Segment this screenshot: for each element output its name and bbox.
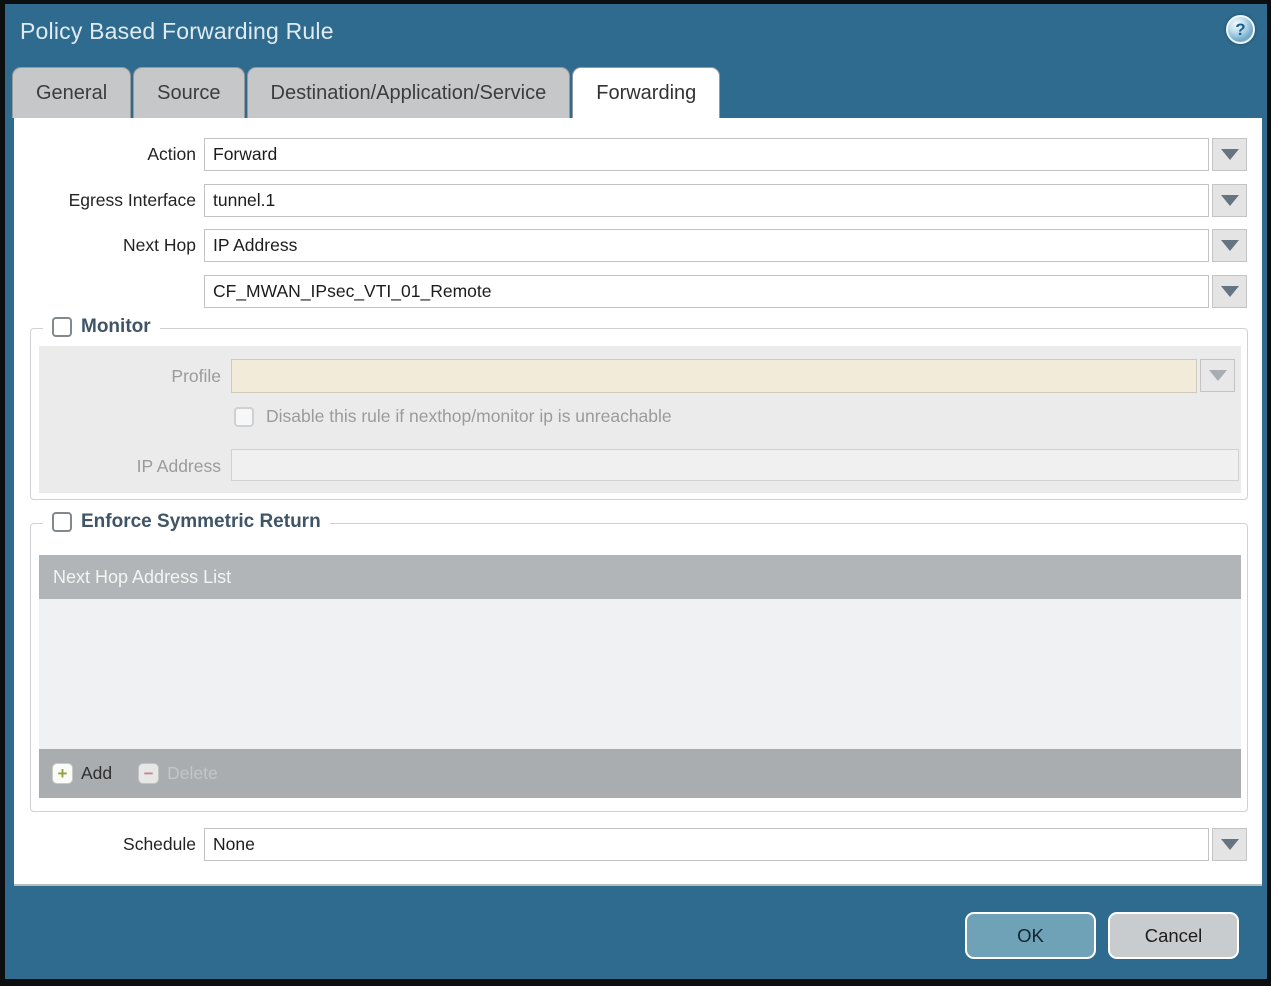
schedule-select[interactable]: None bbox=[204, 828, 1209, 861]
next-hop-type-field: IP Address bbox=[204, 229, 1247, 262]
disable-rule-label: Disable this rule if nexthop/monitor ip … bbox=[266, 406, 672, 426]
chevron-down-icon bbox=[1220, 839, 1239, 850]
action-select[interactable]: Forward bbox=[204, 138, 1209, 171]
plus-glyph: + bbox=[57, 764, 68, 783]
chevron-down-icon bbox=[1220, 286, 1239, 297]
next-hop-address-dropdown-button[interactable] bbox=[1212, 275, 1247, 308]
next-hop-address-list-body bbox=[39, 599, 1241, 749]
next-hop-type-select[interactable]: IP Address bbox=[204, 229, 1209, 262]
schedule-field: None bbox=[204, 828, 1247, 861]
profile-dropdown-button bbox=[1200, 359, 1235, 392]
tab-forwarding[interactable]: Forwarding bbox=[572, 67, 721, 118]
enforce-symmetric-return-title: Enforce Symmetric Return bbox=[81, 511, 321, 532]
next-hop-address-select[interactable]: CF_MWAN_IPsec_VTI_01_Remote bbox=[204, 275, 1209, 308]
chevron-down-icon bbox=[1220, 240, 1239, 251]
profile-field bbox=[231, 359, 1235, 393]
delete-button-label: Delete bbox=[167, 763, 218, 783]
tab-destination-application-service[interactable]: Destination/Application/Service bbox=[246, 67, 571, 118]
chevron-down-icon bbox=[1208, 370, 1227, 381]
profile-select bbox=[231, 359, 1197, 393]
action-field: Forward bbox=[204, 138, 1247, 171]
chevron-down-icon bbox=[1220, 195, 1239, 206]
screenshot-frame: Policy Based Forwarding Rule ? General S… bbox=[0, 0, 1271, 986]
monitor-ip-address-label: IP Address bbox=[136, 456, 221, 476]
monitor-section: Monitor Profile Disable this rule if nex… bbox=[30, 316, 1248, 500]
tab-source[interactable]: Source bbox=[133, 67, 245, 118]
enforce-symmetric-return-checkbox[interactable] bbox=[52, 512, 72, 532]
minus-icon: − bbox=[138, 763, 160, 784]
disable-rule-row: Disable this rule if nexthop/monitor ip … bbox=[234, 406, 672, 427]
tab-bar: General Source Destination/Application/S… bbox=[12, 67, 721, 118]
schedule-dropdown-button[interactable] bbox=[1212, 828, 1247, 861]
action-dropdown-button[interactable] bbox=[1212, 138, 1247, 171]
cancel-button[interactable]: Cancel bbox=[1108, 912, 1239, 959]
next-hop-address-list-header: Next Hop Address List bbox=[39, 555, 1241, 599]
monitor-panel: Profile Disable this rule if nexthop/mon… bbox=[39, 346, 1241, 493]
ok-button[interactable]: OK bbox=[965, 912, 1096, 959]
next-hop-label: Next Hop bbox=[123, 235, 196, 255]
next-hop-type-dropdown-button[interactable] bbox=[1212, 229, 1247, 262]
enforce-legend: Enforce Symmetric Return bbox=[43, 511, 330, 533]
help-icon[interactable]: ? bbox=[1226, 15, 1255, 44]
profile-label: Profile bbox=[171, 366, 221, 386]
add-button-label: Add bbox=[81, 763, 113, 783]
egress-interface-dropdown-button[interactable] bbox=[1212, 184, 1247, 217]
enforce-symmetric-return-section: Enforce Symmetric Return Next Hop Addres… bbox=[30, 511, 1248, 812]
next-hop-address-list-table: Next Hop Address List + Add − Delete bbox=[39, 555, 1241, 798]
egress-interface-label: Egress Interface bbox=[68, 190, 196, 210]
policy-based-forwarding-dialog: Policy Based Forwarding Rule ? General S… bbox=[5, 4, 1267, 979]
minus-glyph: − bbox=[143, 764, 154, 783]
next-hop-address-field: CF_MWAN_IPsec_VTI_01_Remote bbox=[204, 275, 1247, 308]
schedule-label: Schedule bbox=[123, 834, 196, 854]
table-toolbar: + Add − Delete bbox=[39, 749, 1241, 798]
chevron-down-icon bbox=[1220, 149, 1239, 160]
egress-interface-select[interactable]: tunnel.1 bbox=[204, 184, 1209, 217]
page-title: Policy Based Forwarding Rule bbox=[20, 18, 334, 44]
add-button[interactable]: + Add bbox=[52, 763, 112, 784]
monitor-section-title: Monitor bbox=[81, 316, 151, 337]
monitor-ip-address-field bbox=[231, 449, 1239, 481]
disable-rule-checkbox bbox=[234, 406, 254, 427]
delete-button: − Delete bbox=[138, 763, 218, 784]
forwarding-tab-panel: Action Forward Egress Interface tunnel.1… bbox=[14, 118, 1262, 886]
monitor-ip-address-input bbox=[231, 449, 1239, 481]
plus-icon: + bbox=[52, 763, 73, 784]
action-label: Action bbox=[147, 144, 196, 164]
monitor-legend: Monitor bbox=[43, 316, 160, 338]
egress-interface-field: tunnel.1 bbox=[204, 184, 1247, 217]
help-glyph: ? bbox=[1235, 20, 1246, 39]
monitor-checkbox[interactable] bbox=[52, 317, 72, 337]
tab-general[interactable]: General bbox=[12, 67, 132, 118]
